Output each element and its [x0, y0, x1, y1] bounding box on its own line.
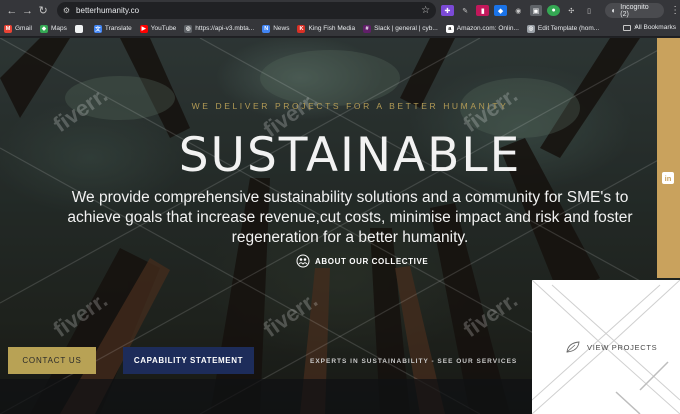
url-text[interactable]: betterhumanity.co [76, 6, 421, 15]
bookmark-gmail[interactable]: M Gmail [4, 24, 32, 33]
blank-page-icon [74, 24, 83, 33]
about-collective-link[interactable]: ABOUT OUR COLLECTIVE [296, 254, 428, 268]
bookmark-label: Slack | general | cyb... [374, 25, 438, 32]
linkedin-icon[interactable]: in [662, 172, 674, 184]
translate-icon: 文 [93, 24, 102, 33]
bookmark-label: News [273, 25, 290, 32]
bookmark-kingfish[interactable]: K King Fish Media [297, 24, 356, 33]
bookmark-maps[interactable]: ◆ Maps [39, 24, 67, 33]
bookmark-edit-template[interactable]: ◎ Edit Template (hom... [526, 24, 600, 33]
maps-icon: ◆ [39, 24, 48, 33]
bookmark-label: Edit Template (hom... [537, 25, 600, 32]
hero-subtitle: We provide comprehensive sustainability … [67, 189, 633, 246]
extension-gray-icon[interactable]: ▣ [529, 5, 543, 16]
folder-icon [623, 24, 632, 31]
bookmark-slack[interactable]: # Slack | general | cyb... [363, 24, 438, 33]
puzzle-icon[interactable]: ✣ [565, 5, 578, 16]
experts-services-link[interactable]: EXPERTS IN SUSTAINABILITY - SEE OUR SERV… [310, 358, 517, 365]
browser-toolbar: ← → ↻ ⚙ betterhumanity.co ☆ ✚ ✎ ▮ ◆ ◉ ▣ … [0, 0, 680, 21]
star-icon[interactable]: ☆ [421, 5, 430, 16]
about-collective-label: ABOUT OUR COLLECTIVE [315, 256, 429, 266]
bookmark-label: YouTube [150, 25, 177, 32]
youtube-icon: ▶ [139, 24, 148, 33]
extension-purple-icon[interactable]: ✚ [441, 5, 454, 16]
bookmark-amazon[interactable]: a Amazon.com: Onlin... [445, 24, 519, 33]
forward-icon[interactable]: → [20, 0, 36, 21]
bookmarks-bar: M Gmail ◆ Maps 文 Translate ▶ YouTube ◎ https:… [0, 21, 680, 37]
slack-icon: # [363, 24, 372, 33]
social-strip: in [657, 38, 680, 278]
bookmark-blank[interactable] [74, 24, 86, 33]
news-icon: N [262, 24, 271, 33]
bookmark-translate[interactable]: 文 Translate [93, 24, 132, 33]
bookmark-label: Translate [104, 25, 132, 32]
tune-icon[interactable]: ⚙ [63, 6, 70, 15]
bookmark-youtube[interactable]: ▶ YouTube [139, 24, 177, 33]
bottom-action-bar [0, 379, 532, 414]
all-bookmarks-button[interactable]: All Bookmarks [623, 24, 676, 31]
globe-icon: ◎ [184, 24, 193, 33]
incognito-label: Incognito (2) [620, 3, 649, 18]
extension-blue-icon[interactable]: ◆ [494, 5, 507, 16]
capability-statement-button[interactable]: CAPABILITY STATEMENT [123, 347, 254, 374]
incognito-profile-button[interactable]: ◐ Incognito (2) [605, 3, 665, 18]
side-panel-icon[interactable]: ▯ [583, 5, 596, 16]
reload-icon[interactable]: ↻ [35, 0, 51, 21]
bookmark-label: Amazon.com: Onlin... [456, 25, 519, 32]
view-projects-label: VIEW PROJECTS [587, 343, 658, 352]
bookmark-label: Gmail [15, 25, 32, 32]
bookmark-label: https://api-v3.mbta... [195, 25, 255, 32]
kebab-menu-icon[interactable]: ⋮ [670, 5, 680, 16]
address-bar[interactable]: ⚙ betterhumanity.co ☆ [56, 2, 437, 19]
eyedropper-icon[interactable]: ✎ [459, 5, 472, 16]
back-icon[interactable]: ← [4, 0, 20, 21]
bookmark-label: Maps [50, 25, 67, 32]
extension-green-icon[interactable]: ● [547, 5, 560, 16]
hero-headline: SUSTAINABLE [178, 128, 522, 183]
amazon-icon: a [445, 24, 454, 33]
contact-us-button[interactable]: CONTACT US [8, 347, 96, 374]
extension-red-icon[interactable]: ▮ [476, 5, 490, 16]
hero-tagline: WE DELIVER PROJECTS FOR A BETTER HUMANIT… [191, 101, 509, 111]
bookmark-mbta[interactable]: ◎ https://api-v3.mbta... [184, 24, 255, 33]
all-bookmarks-label: All Bookmarks [634, 24, 676, 31]
community-icon [296, 254, 310, 268]
edit-template-icon: ◎ [526, 24, 535, 33]
bookmark-label: King Fish Media [308, 25, 356, 32]
gmail-icon: M [4, 24, 12, 33]
bookmark-news[interactable]: N News [262, 24, 290, 33]
camera-icon[interactable]: ◉ [512, 5, 525, 16]
kingfish-icon: K [297, 24, 306, 33]
leaf-icon [566, 341, 580, 353]
view-projects-tile[interactable]: VIEW PROJECTS [532, 280, 680, 414]
incognito-icon: ◐ [611, 6, 617, 15]
